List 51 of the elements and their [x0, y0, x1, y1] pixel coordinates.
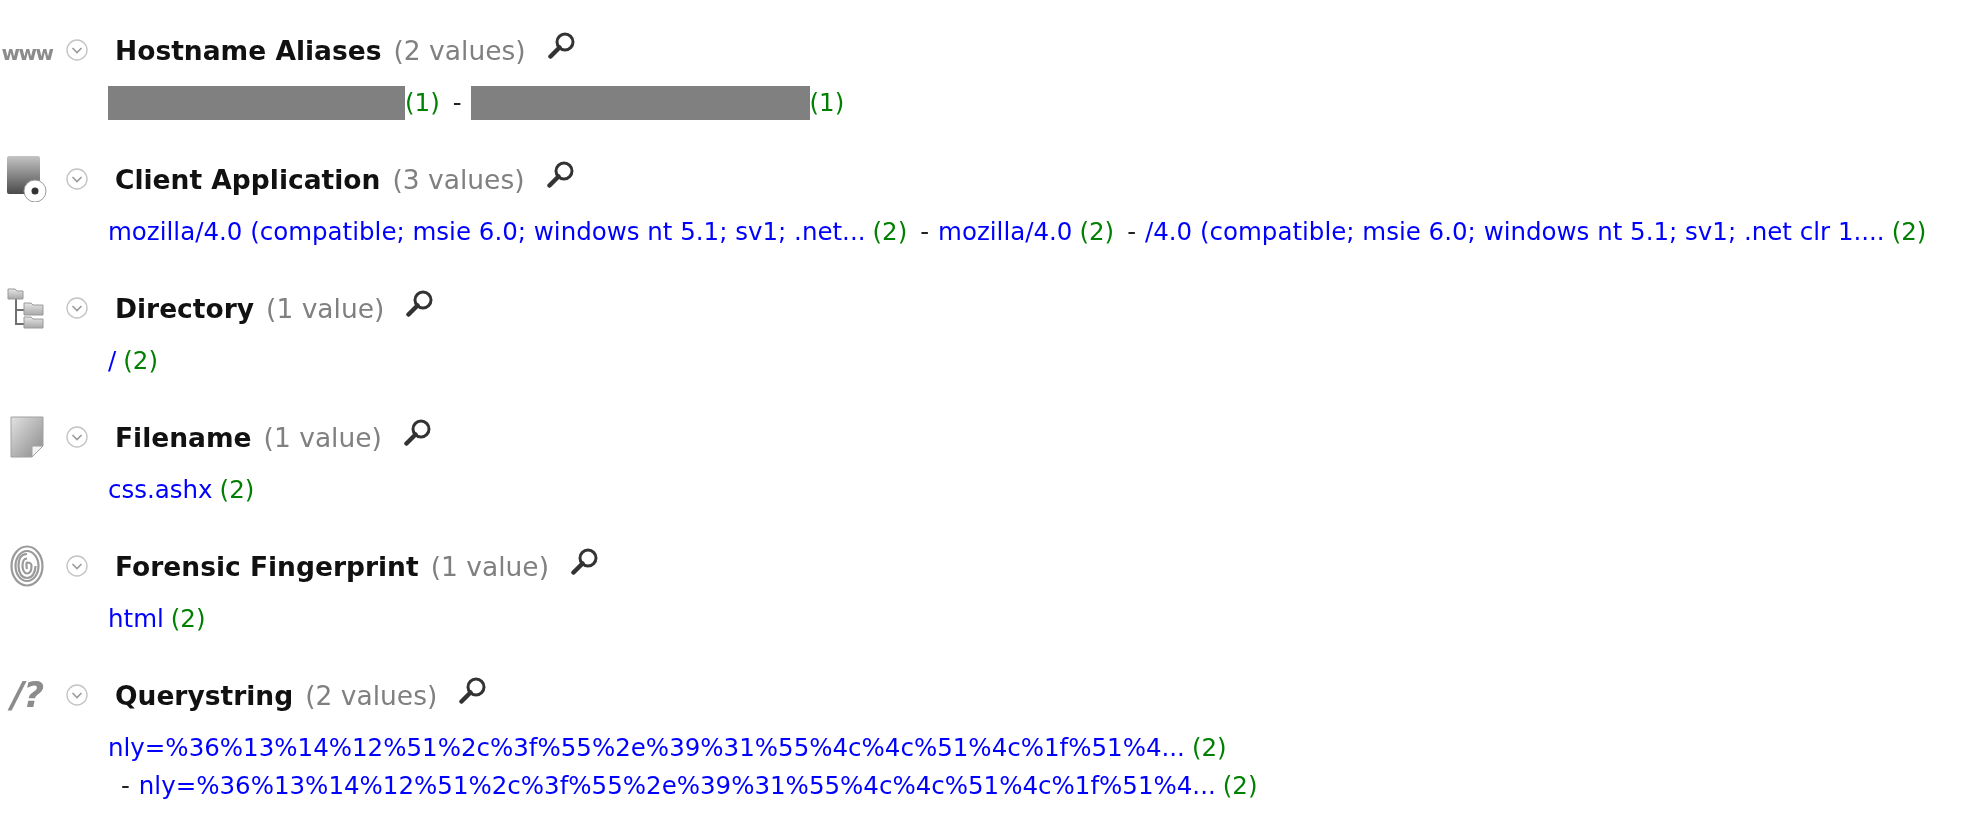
folder-tree-icon: [7, 287, 47, 329]
value-count-label: (2 values): [305, 679, 438, 711]
value-count-label: (1 value): [430, 550, 549, 582]
value-link[interactable]: html: [108, 600, 164, 638]
value-separator: -: [1127, 216, 1136, 248]
section-title: Hostname Aliases: [115, 34, 382, 66]
value-separator: -: [920, 216, 930, 248]
chevron-circle-icon[interactable]: [66, 555, 88, 577]
chevron-circle-icon[interactable]: [66, 297, 88, 319]
value-separator: -: [452, 87, 462, 119]
value-link[interactable]: /4.0 (compatible; msie 6.0; windows nt 5.1; sv1; .net clr 1....: [1145, 213, 1885, 251]
value-link[interactable]: mozilla/4.0: [938, 213, 1073, 251]
hit-count: (2): [219, 474, 255, 506]
section-title: Forensic Fingerprint: [115, 550, 419, 582]
section-title: Filename: [115, 421, 252, 453]
search-icon[interactable]: [459, 676, 488, 704]
search-icon[interactable]: [547, 31, 576, 59]
www-text-icon: www: [1, 43, 53, 63]
section-title: Directory: [115, 292, 255, 324]
value-count-label: (3 values): [392, 163, 525, 195]
chevron-circle-icon[interactable]: [66, 426, 88, 448]
disc-drive-icon: [7, 156, 47, 202]
search-icon[interactable]: [406, 289, 435, 317]
fingerprint-icon: [10, 545, 44, 587]
search-icon[interactable]: [546, 160, 575, 188]
hit-count: (2): [872, 216, 908, 248]
value-link[interactable]: nly=%36%13%14%12%51%2c%3f%55%2e%39%31%55%4c%4c%51%4c%1f%51%4...: [138, 767, 1216, 805]
value-count-label: (2 values): [393, 34, 526, 66]
section-title: Querystring: [115, 679, 294, 711]
hit-count: (2): [123, 345, 158, 377]
hit-count: (1): [405, 87, 440, 119]
hit-count: (2): [170, 603, 206, 635]
value-count-label: (1 value): [263, 421, 382, 453]
hit-count: (1): [809, 87, 845, 119]
value-count-label: (1 value): [266, 292, 385, 324]
search-icon[interactable]: [571, 547, 599, 575]
value-link[interactable]: css.ashx: [108, 471, 213, 509]
search-icon[interactable]: [403, 418, 432, 446]
section-title: Client Application: [115, 163, 381, 195]
chevron-circle-icon[interactable]: [66, 39, 88, 61]
hit-count: (2): [1891, 216, 1927, 248]
chevron-circle-icon[interactable]: [66, 168, 88, 190]
hit-count: (2): [1191, 732, 1227, 764]
value-link[interactable]: nly=%36%13%14%12%51%2c%3f%55%2e%39%31%55%4c%4c%51%4c%1f%51%4...: [108, 729, 1185, 767]
chevron-circle-icon[interactable]: [66, 684, 88, 706]
document-icon: [10, 416, 44, 458]
value-link[interactable]: mozilla/4.0 (compatible; msie 6.0; windows nt 5.1; sv1; .net...: [108, 213, 866, 251]
hit-count: (2): [1079, 216, 1115, 248]
hit-count: (2): [1222, 770, 1258, 802]
value-separator: -: [121, 770, 130, 802]
value-link[interactable]: /: [108, 342, 117, 380]
